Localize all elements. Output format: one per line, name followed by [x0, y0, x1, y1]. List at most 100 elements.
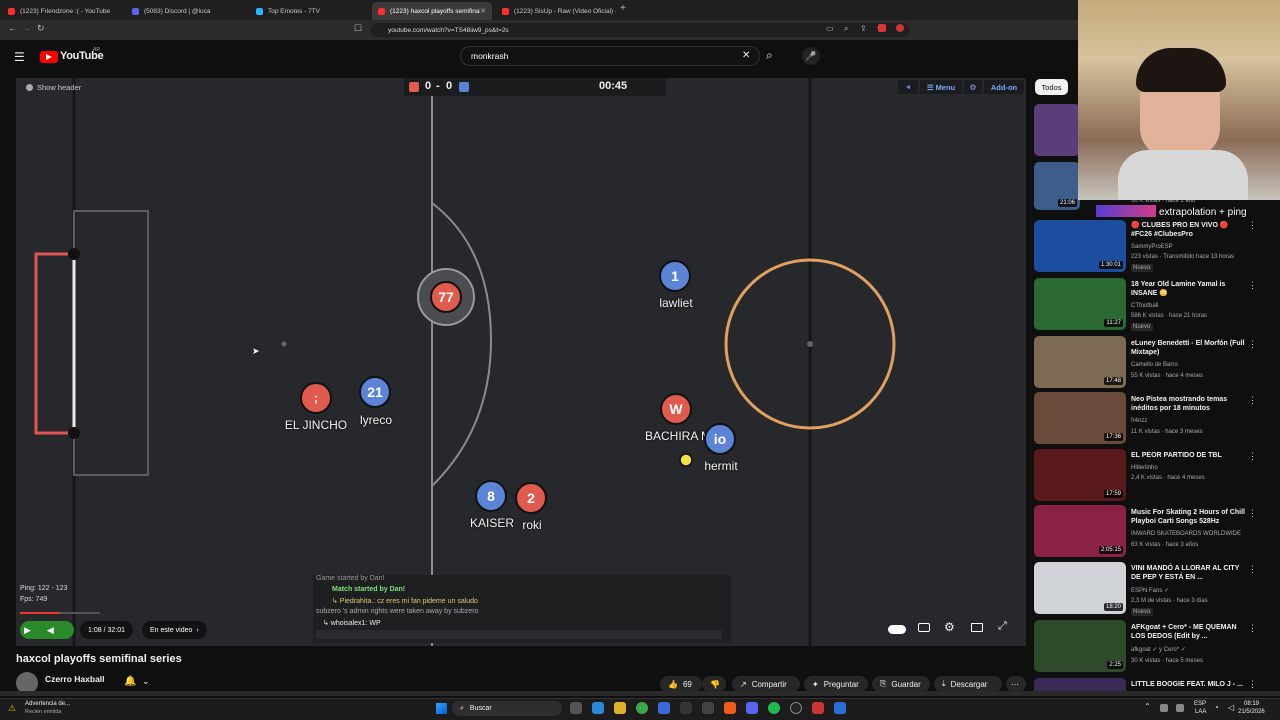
back-icon[interactable]: ←: [8, 23, 17, 33]
close-tab-icon[interactable]: ✕: [480, 7, 486, 15]
new-tab-icon[interactable]: +: [620, 3, 626, 14]
tray-icon[interactable]: [1160, 704, 1168, 712]
video-title[interactable]: LITTLE BOOGIE FEAT. MILO J - ...: [1131, 680, 1246, 689]
channel-name[interactable]: ESPN Fans ✓: [1131, 587, 1251, 595]
app-icon[interactable]: [702, 702, 714, 714]
video-thumbnail[interactable]: 17:36: [1034, 392, 1126, 444]
video-thumbnail[interactable]: 21:06: [1034, 162, 1080, 210]
menu-icon[interactable]: ☰: [14, 50, 25, 64]
app-icon[interactable]: [680, 702, 692, 714]
page-scrollbar[interactable]: [0, 691, 1280, 696]
channel-name[interactable]: Czerro Haxball: [45, 674, 105, 684]
app-icon[interactable]: [834, 702, 846, 714]
browser-tab[interactable]: (5083) Discord | @luca: [126, 2, 246, 20]
more-options-icon[interactable]: ⋮: [1248, 220, 1257, 231]
video-thumbnail[interactable]: [1034, 104, 1080, 156]
browser-tab[interactable]: (1223) Friendzone :( - YouTube: [2, 2, 122, 20]
bell-icon[interactable]: 🔔: [124, 676, 136, 687]
browser-tab[interactable]: Top Emotes - 7TV: [250, 2, 370, 20]
discord-icon[interactable]: [746, 702, 758, 714]
chrome-icon[interactable]: [636, 702, 648, 714]
more-options-icon[interactable]: ⋮: [1248, 564, 1257, 575]
autoplay-toggle[interactable]: [888, 625, 906, 634]
bookmark-icon[interactable]: ☐: [354, 23, 362, 34]
windows-start-icon[interactable]: [436, 703, 447, 714]
search-input[interactable]: monkrash: [460, 46, 760, 66]
volume-tray-icon[interactable]: ◁: [1228, 703, 1234, 712]
channel-name[interactable]: fr4nzz: [1131, 417, 1251, 425]
video-title[interactable]: eLuney Benedetti - El Morfón (Full Mixta…: [1131, 339, 1246, 357]
ask-button[interactable]: ✦ Preguntar: [804, 676, 868, 692]
wifi-icon[interactable]: ◔: [1214, 703, 1219, 712]
play-volume-controls[interactable]: ▶ ◀: [20, 621, 74, 639]
video-title[interactable]: 🔴 CLUBES PRO EN VIVO 🔴 #FC26 #ClubesPro: [1131, 221, 1246, 239]
chevron-down-icon[interactable]: ⌄: [142, 676, 150, 687]
subtitles-icon[interactable]: [918, 623, 930, 632]
show-header-button[interactable]: Show header: [37, 83, 81, 92]
profile-icon[interactable]: [896, 24, 904, 32]
menu-button[interactable]: ☰ Menu: [920, 80, 962, 94]
tray-chevron-icon[interactable]: ⌃: [1144, 702, 1151, 711]
more-options-icon[interactable]: ⋮: [1248, 508, 1257, 519]
brave-icon[interactable]: [724, 702, 736, 714]
zoom-icon[interactable]: ⌕: [844, 24, 848, 34]
channel-name[interactable]: INWARD SKATEBOARDS WORLDWIDE: [1131, 530, 1251, 538]
download-button[interactable]: ⤓ Descargar: [934, 676, 1002, 692]
more-options-icon[interactable]: ⋮: [1248, 679, 1257, 690]
more-options-icon[interactable]: ⋮: [1248, 339, 1257, 350]
video-title[interactable]: AFKgoat + Cero* - ME QUEMAN LOS DEDOS (E…: [1131, 623, 1246, 641]
video-thumbnail[interactable]: 17:48: [1034, 336, 1126, 388]
sound-button[interactable]: ◄: [898, 80, 918, 94]
chat-input[interactable]: [316, 630, 722, 639]
like-button[interactable]: 👍 69: [660, 676, 702, 692]
more-options-icon[interactable]: ⋮: [1248, 451, 1257, 462]
more-options-icon[interactable]: ⋮: [1248, 623, 1257, 634]
forward-icon[interactable]: →: [22, 23, 31, 33]
chapter-button[interactable]: En este video ›: [142, 621, 207, 639]
video-thumbnail[interactable]: 2:25: [1034, 620, 1126, 672]
clear-search-icon[interactable]: ✕: [742, 50, 750, 61]
store-icon[interactable]: [658, 702, 670, 714]
voice-search-icon[interactable]: 🎤: [802, 47, 820, 65]
video-title[interactable]: Neo Pistea mostrando temas inéditos por …: [1131, 395, 1246, 413]
filter-chip-all[interactable]: Todos: [1035, 79, 1068, 95]
edge-icon[interactable]: [592, 702, 604, 714]
channel-name[interactable]: afkgoat ✓ y Cero* ✓: [1131, 646, 1251, 654]
play-icon[interactable]: ▶: [24, 625, 31, 636]
share-button[interactable]: ↗ Compartir: [732, 676, 800, 692]
addon-button[interactable]: Add-on: [984, 80, 1024, 94]
settings-icon[interactable]: ⚙: [944, 620, 955, 634]
tray-icon[interactable]: [1176, 704, 1184, 712]
channel-name[interactable]: SammyProESP: [1131, 243, 1251, 251]
language-code[interactable]: ESP: [1194, 701, 1206, 707]
spotify-icon[interactable]: [768, 702, 780, 714]
miniplayer-icon[interactable]: [971, 623, 983, 632]
browser-tab-active[interactable]: (1223) haxcol playoffs semifinal ✕: [372, 2, 492, 20]
channel-name[interactable]: CTfootball: [1131, 302, 1251, 310]
channel-name[interactable]: Camello de Barro: [1131, 361, 1251, 369]
share-page-icon[interactable]: ⇪: [860, 24, 867, 33]
taskbar-search[interactable]: ⌕ Buscar: [452, 701, 562, 716]
clock-date[interactable]: 21/5/2026: [1238, 709, 1265, 715]
video-thumbnail[interactable]: 17:59: [1034, 449, 1126, 501]
cast-icon[interactable]: ▭: [826, 24, 834, 33]
keyboard-layout[interactable]: LAA: [1195, 709, 1206, 715]
obs-icon[interactable]: [790, 702, 802, 714]
show-header-icon[interactable]: [26, 84, 33, 91]
video-thumbnail[interactable]: 2:05:15: [1034, 505, 1126, 557]
video-thumbnail[interactable]: 1:30:01: [1034, 220, 1126, 272]
channel-name[interactable]: Hitlerlinho: [1131, 464, 1251, 472]
video-title[interactable]: 18 Year Old Lamine Yamal is INSANE 😳: [1131, 280, 1246, 298]
video-title[interactable]: EL PEOR PARTIDO DE TBL: [1131, 451, 1246, 460]
settings-button[interactable]: ⚙: [964, 80, 982, 94]
clock-time[interactable]: 08:19: [1244, 701, 1259, 707]
browser-tab[interactable]: (1223) SisUp - Raw (Video Oficial) - Y: [496, 2, 616, 20]
video-title[interactable]: VINI MANDÓ A LLORAR AL CITY DE PEP Y EST…: [1131, 564, 1246, 582]
video-title[interactable]: Music For Skating 2 Hours of Chill Playb…: [1131, 508, 1246, 526]
more-options-icon[interactable]: ⋮: [1248, 280, 1257, 291]
file-explorer-icon[interactable]: [614, 702, 626, 714]
more-options-icon[interactable]: ⋮: [1248, 395, 1257, 406]
dislike-button[interactable]: 👎: [702, 676, 726, 692]
search-icon[interactable]: ⌕: [766, 48, 773, 63]
video-thumbnail[interactable]: 11:27: [1034, 278, 1126, 330]
